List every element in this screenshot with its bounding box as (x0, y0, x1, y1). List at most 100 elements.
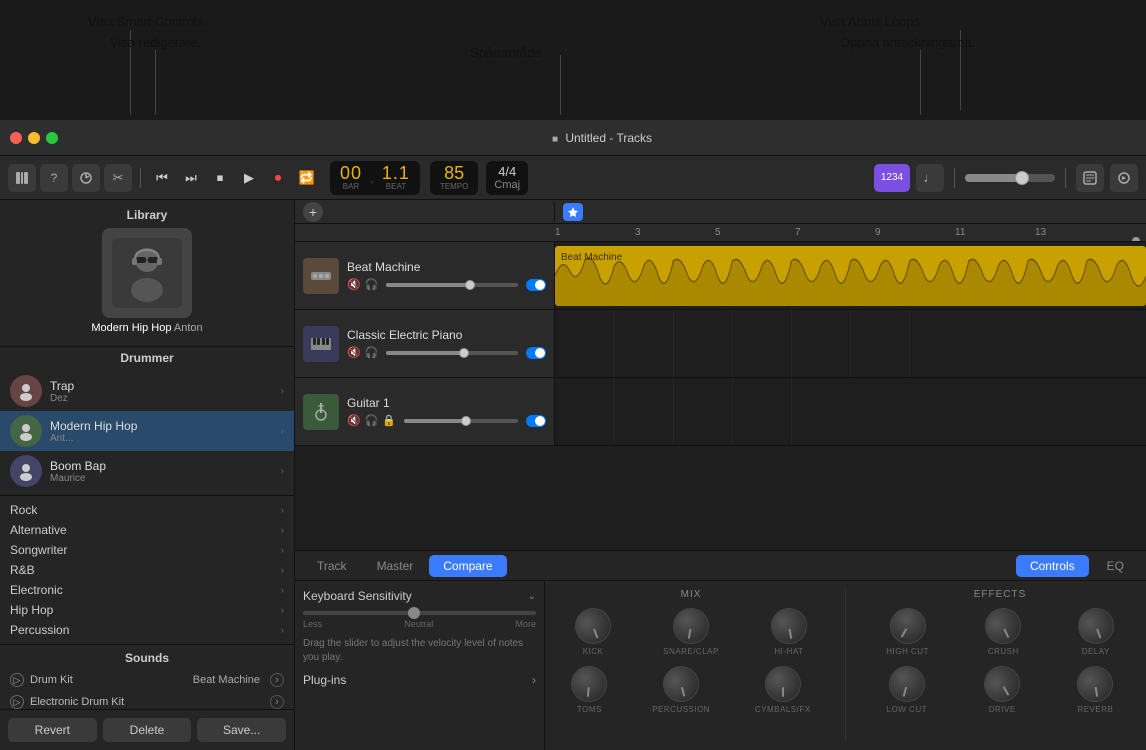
sensitivity-description: Drag the slider to adjust the velocity l… (303, 637, 536, 665)
revert-button[interactable]: Revert (8, 718, 97, 742)
close-button[interactable] (10, 132, 22, 144)
drummer-style: Dez (50, 393, 74, 404)
sound-category-electronic[interactable]: ▷ Electronic Drum Kit › (0, 691, 294, 709)
main-area: Library (0, 200, 1146, 750)
sensitivity-labels: Less Neutral More (303, 619, 536, 629)
genre-item-rock[interactable]: Rock › (0, 500, 294, 520)
knob-item-kick: KICK (575, 608, 611, 656)
drummer-item[interactable]: Modern Hip Hop Ant... › (0, 411, 294, 451)
headphone-icon[interactable]: 🎧 (365, 346, 379, 359)
sound-category-drumkit[interactable]: ▷ Drum Kit Beat Machine › (0, 669, 294, 691)
track-volume-slider-piano[interactable] (386, 351, 518, 355)
drummer-avatar (10, 415, 42, 447)
lock-icon[interactable]: 🔒 (382, 414, 396, 427)
beat-machine-label: Beat Machine (193, 674, 260, 686)
headphone-icon[interactable]: 🎧 (365, 278, 379, 291)
time-signature-display[interactable]: 4/4 Cmaj (486, 161, 528, 195)
scissor-button[interactable]: ✂ (104, 164, 132, 192)
smart-controls-button[interactable] (72, 164, 100, 192)
ruler-mark-3: 3 (635, 227, 641, 238)
chevron-right-icon: › (281, 505, 284, 516)
stop-button[interactable]: ⏹ (207, 165, 233, 191)
genre-item-songwriter[interactable]: Songwriter › (0, 540, 294, 560)
plug-ins-row[interactable]: Plug-ins › (303, 673, 536, 687)
mute-icon[interactable]: 🔇 (347, 414, 361, 427)
crush-label: CRUSH (988, 647, 1019, 656)
library-button[interactable] (8, 164, 36, 192)
lowcut-knob[interactable] (885, 662, 929, 706)
effects-knob-row-1: HIGH CUT CRUSH DELAY (862, 608, 1138, 656)
crush-knob[interactable] (979, 602, 1027, 650)
loop-button[interactable]: 🔁 (294, 165, 320, 191)
track-info-guitar: Guitar 1 🔇 🎧 🔒 (347, 396, 546, 427)
minimize-button[interactable] (28, 132, 40, 144)
genre-item-percussion[interactable]: Percussion › (0, 620, 294, 640)
window-title: ■ Untitled - Tracks (58, 131, 1146, 145)
cymbals-knob[interactable] (765, 666, 801, 702)
notes-button[interactable] (1076, 164, 1104, 192)
tab-compare[interactable]: Compare (429, 555, 506, 577)
help-button[interactable]: ? (40, 164, 68, 192)
smart-controls-annotation: Visa Smart Controls. (88, 14, 207, 29)
save-button[interactable]: Save... (197, 718, 286, 742)
tab-controls[interactable]: Controls (1016, 555, 1089, 577)
track-toggle-piano[interactable] (526, 347, 546, 359)
genre-item-alternative[interactable]: Alternative › (0, 520, 294, 540)
mute-icon[interactable]: 🔇 (347, 278, 361, 291)
cymbals-label: CYMBALS/FX (755, 705, 811, 714)
delete-button[interactable]: Delete (103, 718, 192, 742)
metronome-button[interactable]: ♩ (916, 164, 944, 192)
genre-item-hiphop[interactable]: Hip Hop › (0, 600, 294, 620)
smart-controls-icon[interactable] (563, 203, 583, 221)
ruler-mark-5: 5 (715, 227, 721, 238)
sidebar-bottom-buttons: Revert Delete Save... (0, 709, 294, 750)
delay-knob[interactable] (1073, 603, 1119, 649)
snare-knob[interactable] (670, 605, 712, 647)
hihat-knob[interactable] (768, 605, 810, 647)
track-add-area: + (295, 202, 555, 222)
master-volume-slider[interactable] (965, 174, 1055, 182)
reverb-knob[interactable] (1075, 663, 1117, 705)
midi-button[interactable]: 1234 (874, 164, 910, 192)
record-button[interactable]: ⏺ (265, 165, 291, 191)
tab-master[interactable]: Master (363, 555, 428, 577)
track-content-piano[interactable] (555, 310, 1146, 377)
percussion-knob[interactable] (659, 662, 703, 706)
track-content-guitar[interactable] (555, 378, 1146, 445)
headphone-icon[interactable]: 🎧 (365, 414, 379, 427)
knob-item-hihat: HI-HAT (771, 608, 807, 656)
tracks-list: Beat Machine 🔇 🎧 (295, 242, 1146, 550)
toms-knob[interactable] (570, 664, 609, 703)
tab-track[interactable]: Track (303, 555, 361, 577)
track-volume-slider-guitar[interactable] (404, 419, 518, 423)
mix-knob-row-1: KICK SNARE/CLAP HI-HAT (553, 608, 829, 656)
sensitivity-slider[interactable] (303, 611, 536, 615)
play-button[interactable]: ▶ (236, 165, 262, 191)
drummer-item[interactable]: Trap Dez › (0, 371, 294, 411)
chevron-down-icon: ⌄ (528, 591, 536, 602)
maximize-button[interactable] (46, 132, 58, 144)
drive-knob[interactable] (978, 659, 1027, 708)
position-display[interactable]: 00 BAR . 1.1 BEAT (330, 161, 420, 195)
track-toggle-beatmachine[interactable] (526, 279, 546, 291)
genre-item-rnb[interactable]: R&B › (0, 560, 294, 580)
track-content-beatmachine[interactable]: Beat Machine // Generated in SVG directl… (555, 242, 1146, 309)
kick-knob[interactable] (570, 603, 616, 649)
add-track-button[interactable]: + (303, 202, 323, 222)
knob-item-crush: CRUSH (985, 608, 1021, 656)
genre-item-electronic[interactable]: Electronic › (0, 580, 294, 600)
chevron-right-icon: › (281, 466, 284, 477)
ruler-mark-9: 9 (875, 227, 881, 238)
track-toggle-guitar[interactable] (526, 415, 546, 427)
highcut-knob[interactable] (883, 601, 932, 650)
fast-forward-button[interactable]: ⏭ (178, 165, 204, 191)
drummer-item[interactable]: Boom Bap Maurice › (0, 451, 294, 491)
apple-loops-button[interactable] (1110, 164, 1138, 192)
rewind-button[interactable]: ⏮ (149, 165, 175, 191)
tempo-display[interactable]: 85 TEMPO (430, 161, 478, 195)
mute-icon[interactable]: 🔇 (347, 346, 361, 359)
tab-eq[interactable]: EQ (1093, 555, 1138, 577)
toolbar-right: 1234 ♩ (874, 164, 1138, 192)
knob-item-delay: DELAY (1078, 608, 1114, 656)
track-volume-slider[interactable] (386, 283, 518, 287)
